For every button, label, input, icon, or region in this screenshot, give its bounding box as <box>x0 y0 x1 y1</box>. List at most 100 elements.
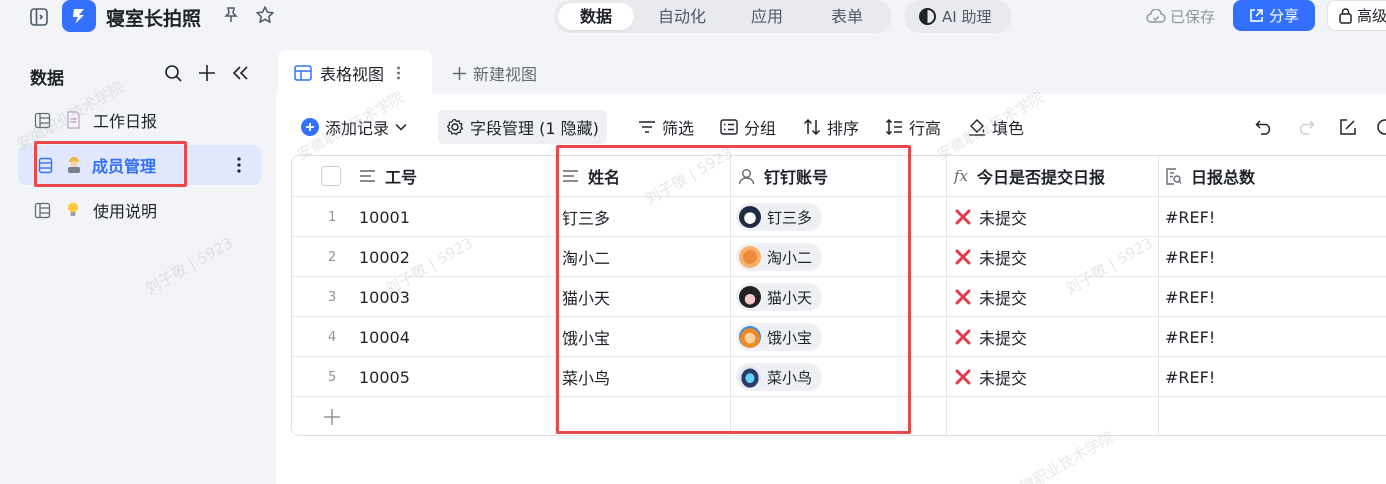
submitted-status: 未提交 <box>979 369 1028 388</box>
tab-automation[interactable]: 自动化 <box>642 3 722 30</box>
sidebar-item-label: 使用说明 <box>93 202 158 221</box>
edit-icon[interactable] <box>1337 116 1359 138</box>
star-icon[interactable] <box>254 4 276 26</box>
advanced-permissions-button[interactable]: 高级 <box>1327 0 1386 31</box>
submitted-status: 未提交 <box>979 209 1028 228</box>
row-height-icon <box>885 119 902 135</box>
cross-icon <box>955 329 971 345</box>
app-title[interactable]: 寝室长拍照 <box>106 4 201 31</box>
cell-submitted[interactable]: 未提交 <box>955 197 1027 237</box>
sort-button[interactable]: 排序 <box>803 110 859 144</box>
cell-submitted[interactable]: 未提交 <box>955 357 1027 397</box>
text-field-icon <box>360 170 375 182</box>
tab-data[interactable]: 数据 <box>558 3 634 30</box>
sidebar: 数据 工作日报 成员管理 使用说明 <box>0 40 276 484</box>
highlight-box-sidebar <box>34 141 187 187</box>
column-header-total[interactable]: 日报总数 <box>1165 156 1255 196</box>
cell-submitted[interactable]: 未提交 <box>955 277 1027 317</box>
highlight-box-columns <box>556 145 911 434</box>
more-options-icon[interactable] <box>396 65 401 81</box>
cell-id[interactable]: 10002 <box>359 237 410 277</box>
row-index: 4 <box>328 329 337 345</box>
table-icon <box>34 112 51 133</box>
advanced-label: 高级 <box>1357 7 1386 25</box>
select-all-checkbox[interactable] <box>321 156 341 196</box>
gear-icon <box>446 118 464 136</box>
add-row-icon[interactable] <box>323 397 341 435</box>
fill-color-button[interactable]: 填色 <box>968 110 1024 144</box>
formula-icon: fx <box>954 167 969 185</box>
share-icon <box>1250 9 1263 22</box>
sort-icon <box>803 119 821 135</box>
undo-icon[interactable] <box>1253 116 1275 138</box>
sidebar-header: 数据 <box>30 69 64 89</box>
submitted-status: 未提交 <box>979 289 1028 308</box>
ai-assistant-button[interactable]: AI 助理 <box>904 0 1012 33</box>
top-bar: 寝室长拍照 数据 自动化 应用 表单 AI 助理 已保存 分享 高级 <box>0 0 1386 34</box>
view-tab-strip <box>276 48 1386 94</box>
comment-icon[interactable] <box>1374 116 1386 138</box>
collapse-icon[interactable] <box>230 62 252 84</box>
cell-total[interactable]: #REF! <box>1165 237 1215 277</box>
cell-submitted[interactable]: 未提交 <box>955 237 1027 277</box>
top-tab-switcher: 数据 自动化 应用 表单 <box>554 0 892 33</box>
chevron-down-icon <box>395 123 407 131</box>
row-index: 1 <box>328 209 337 225</box>
saved-status: 已保存 <box>1170 8 1216 26</box>
cell-submitted[interactable]: 未提交 <box>955 317 1027 357</box>
filter-icon <box>639 121 655 133</box>
paint-bucket-icon <box>969 119 985 136</box>
pin-icon[interactable] <box>220 4 242 26</box>
sidebar-toggle-icon[interactable] <box>28 6 50 28</box>
column-header-label: 今日是否提交日报 <box>977 168 1106 187</box>
cell-id[interactable]: 10001 <box>359 197 410 237</box>
filter-label: 筛选 <box>662 119 695 138</box>
add-record-button[interactable]: 添加记录 <box>301 110 407 144</box>
ai-icon <box>919 8 936 25</box>
add-icon[interactable] <box>196 62 218 84</box>
cell-total[interactable]: #REF! <box>1165 277 1215 317</box>
column-header-label: 日报总数 <box>1191 168 1256 187</box>
cell-id[interactable]: 10004 <box>359 317 410 357</box>
view-tab-label: 表格视图 <box>320 65 385 84</box>
add-circle-icon <box>301 118 319 136</box>
add-record-label: 添加记录 <box>325 119 390 138</box>
fill-color-label: 填色 <box>992 119 1025 138</box>
group-button[interactable]: 分组 <box>720 110 776 144</box>
cell-total[interactable]: #REF! <box>1165 357 1215 397</box>
cross-icon <box>955 209 971 225</box>
row-index: 5 <box>328 369 337 385</box>
search-icon[interactable] <box>162 62 184 84</box>
document-icon <box>66 111 81 133</box>
row-height-button[interactable]: 行高 <box>885 110 941 144</box>
filter-button[interactable]: 筛选 <box>638 110 694 144</box>
new-view-button[interactable]: 新建视图 <box>452 56 537 90</box>
field-manage-label: 字段管理 (1 隐藏) <box>470 119 599 138</box>
cell-total[interactable]: #REF! <box>1165 317 1215 357</box>
share-button[interactable]: 分享 <box>1233 0 1315 31</box>
submitted-status: 未提交 <box>979 249 1028 268</box>
column-header-label: 工号 <box>385 168 418 187</box>
cross-icon <box>955 249 971 265</box>
tab-forms[interactable]: 表单 <box>812 3 882 30</box>
lightbulb-icon <box>66 201 80 223</box>
more-options-icon[interactable] <box>236 155 242 179</box>
share-label: 分享 <box>1268 7 1299 25</box>
cell-id[interactable]: 10005 <box>359 357 410 397</box>
field-manage-button[interactable]: 字段管理 (1 隐藏) <box>438 110 607 144</box>
cross-icon <box>955 289 971 305</box>
sort-label: 排序 <box>827 119 860 138</box>
redo-icon[interactable] <box>1295 116 1317 138</box>
column-header-submitted[interactable]: fx 今日是否提交日报 <box>954 156 1105 196</box>
view-tab-table[interactable]: 表格视图 <box>278 50 432 96</box>
tab-apps[interactable]: 应用 <box>732 3 802 30</box>
cloud-saved-icon <box>1145 6 1167 28</box>
ai-assistant-label: AI 助理 <box>942 8 992 26</box>
sidebar-item-instructions[interactable]: 使用说明 <box>18 190 261 230</box>
column-header-id[interactable]: 工号 <box>359 156 417 196</box>
cell-total[interactable]: #REF! <box>1165 197 1215 237</box>
sidebar-item-label: 工作日报 <box>93 112 158 131</box>
cell-id[interactable]: 10003 <box>359 277 410 317</box>
sidebar-item-work-report[interactable]: 工作日报 <box>18 100 261 140</box>
grid-view-icon <box>294 65 312 81</box>
